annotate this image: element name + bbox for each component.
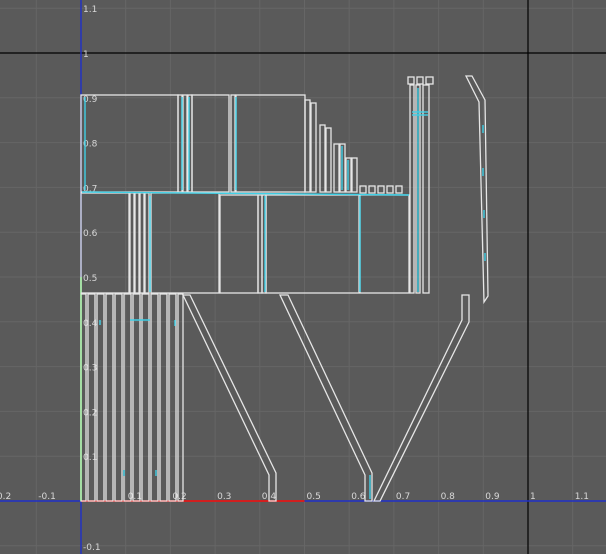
u-tick-label: -0.2	[0, 492, 11, 502]
uv-shell-step[interactable]	[333, 143, 340, 193]
u-tick-label: 0.3	[217, 492, 231, 502]
uv-shell-step[interactable]	[304, 99, 311, 193]
uv-shell-vstrip[interactable]	[132, 293, 141, 502]
uv-shell-tall-strip[interactable]	[409, 84, 415, 294]
uv-shell-step[interactable]	[325, 127, 332, 193]
uv-shell-vstrip[interactable]	[114, 293, 123, 502]
u-tick-label: 0.6	[351, 492, 366, 502]
uv-shell-panel-h[interactable]	[359, 194, 410, 294]
v-tick-label: 1	[83, 50, 89, 60]
u-tick-label: 0.9	[485, 492, 500, 502]
uv-shell-vstrip[interactable]	[105, 293, 114, 502]
uv-shell-strip[interactable]	[139, 192, 145, 294]
v-tick-label: 0.5	[83, 274, 97, 284]
uv-shell-diagonal[interactable]	[181, 294, 277, 502]
uv-shell-vstrip[interactable]	[141, 293, 150, 502]
u-tick-label: 0.8	[441, 492, 456, 502]
uv-shell-diagonal[interactable]	[278, 294, 373, 502]
u-tick-label: 1.1	[575, 492, 589, 502]
uv-shell-cap[interactable]	[407, 76, 415, 85]
v-tick-label: -0.1	[83, 543, 101, 553]
uv-shell-strip[interactable]	[182, 94, 188, 193]
uv-shell-panel-e[interactable]	[150, 192, 220, 294]
uv-shell-strip[interactable]	[144, 192, 150, 294]
uv-shell-strip[interactable]	[129, 192, 135, 294]
uv-shell-vstrip[interactable]	[123, 293, 132, 502]
uv-shell-tall-strip[interactable]	[422, 84, 430, 294]
uv-shell-vstrip[interactable]	[96, 293, 105, 502]
uv-shell-panel-g[interactable]	[265, 194, 360, 294]
uv-shell-vstrip[interactable]	[177, 293, 184, 502]
uv-shells[interactable]	[80, 75, 489, 502]
uv-shell-panel-f[interactable]	[219, 194, 259, 294]
uv-shell-panel-c[interactable]	[235, 94, 306, 193]
u-tick-label: 0.7	[396, 492, 410, 502]
uv-shell-cap[interactable]	[416, 76, 424, 85]
uv-shell-strip[interactable]	[230, 94, 236, 193]
v-tick-label: 1.1	[83, 5, 97, 15]
uv-shell-step[interactable]	[310, 102, 317, 193]
uv-shell-vstrip[interactable]	[150, 293, 159, 502]
u-tick-label: -0.1	[38, 492, 56, 502]
uv-shell-strip[interactable]	[134, 192, 140, 294]
uv-shell-diagonal[interactable]	[464, 75, 489, 305]
uv-shell-cap[interactable]	[425, 76, 434, 85]
v-tick-label: 0.6	[83, 229, 98, 239]
uv-canvas[interactable]: -0.2-0.10.10.20.30.40.50.60.70.80.911.11…	[0, 0, 606, 554]
u-tick-label: 1	[530, 492, 536, 502]
uv-shell-vstrip[interactable]	[159, 293, 168, 502]
uv-shell-diagonal[interactable]	[372, 294, 470, 502]
uv-shell-step[interactable]	[319, 124, 326, 193]
u-tick-label: 0.5	[307, 492, 321, 502]
uv-viewport[interactable]: -0.2-0.10.10.20.30.40.50.60.70.80.911.11…	[0, 0, 606, 554]
uv-shell-panel-b[interactable]	[191, 94, 230, 193]
